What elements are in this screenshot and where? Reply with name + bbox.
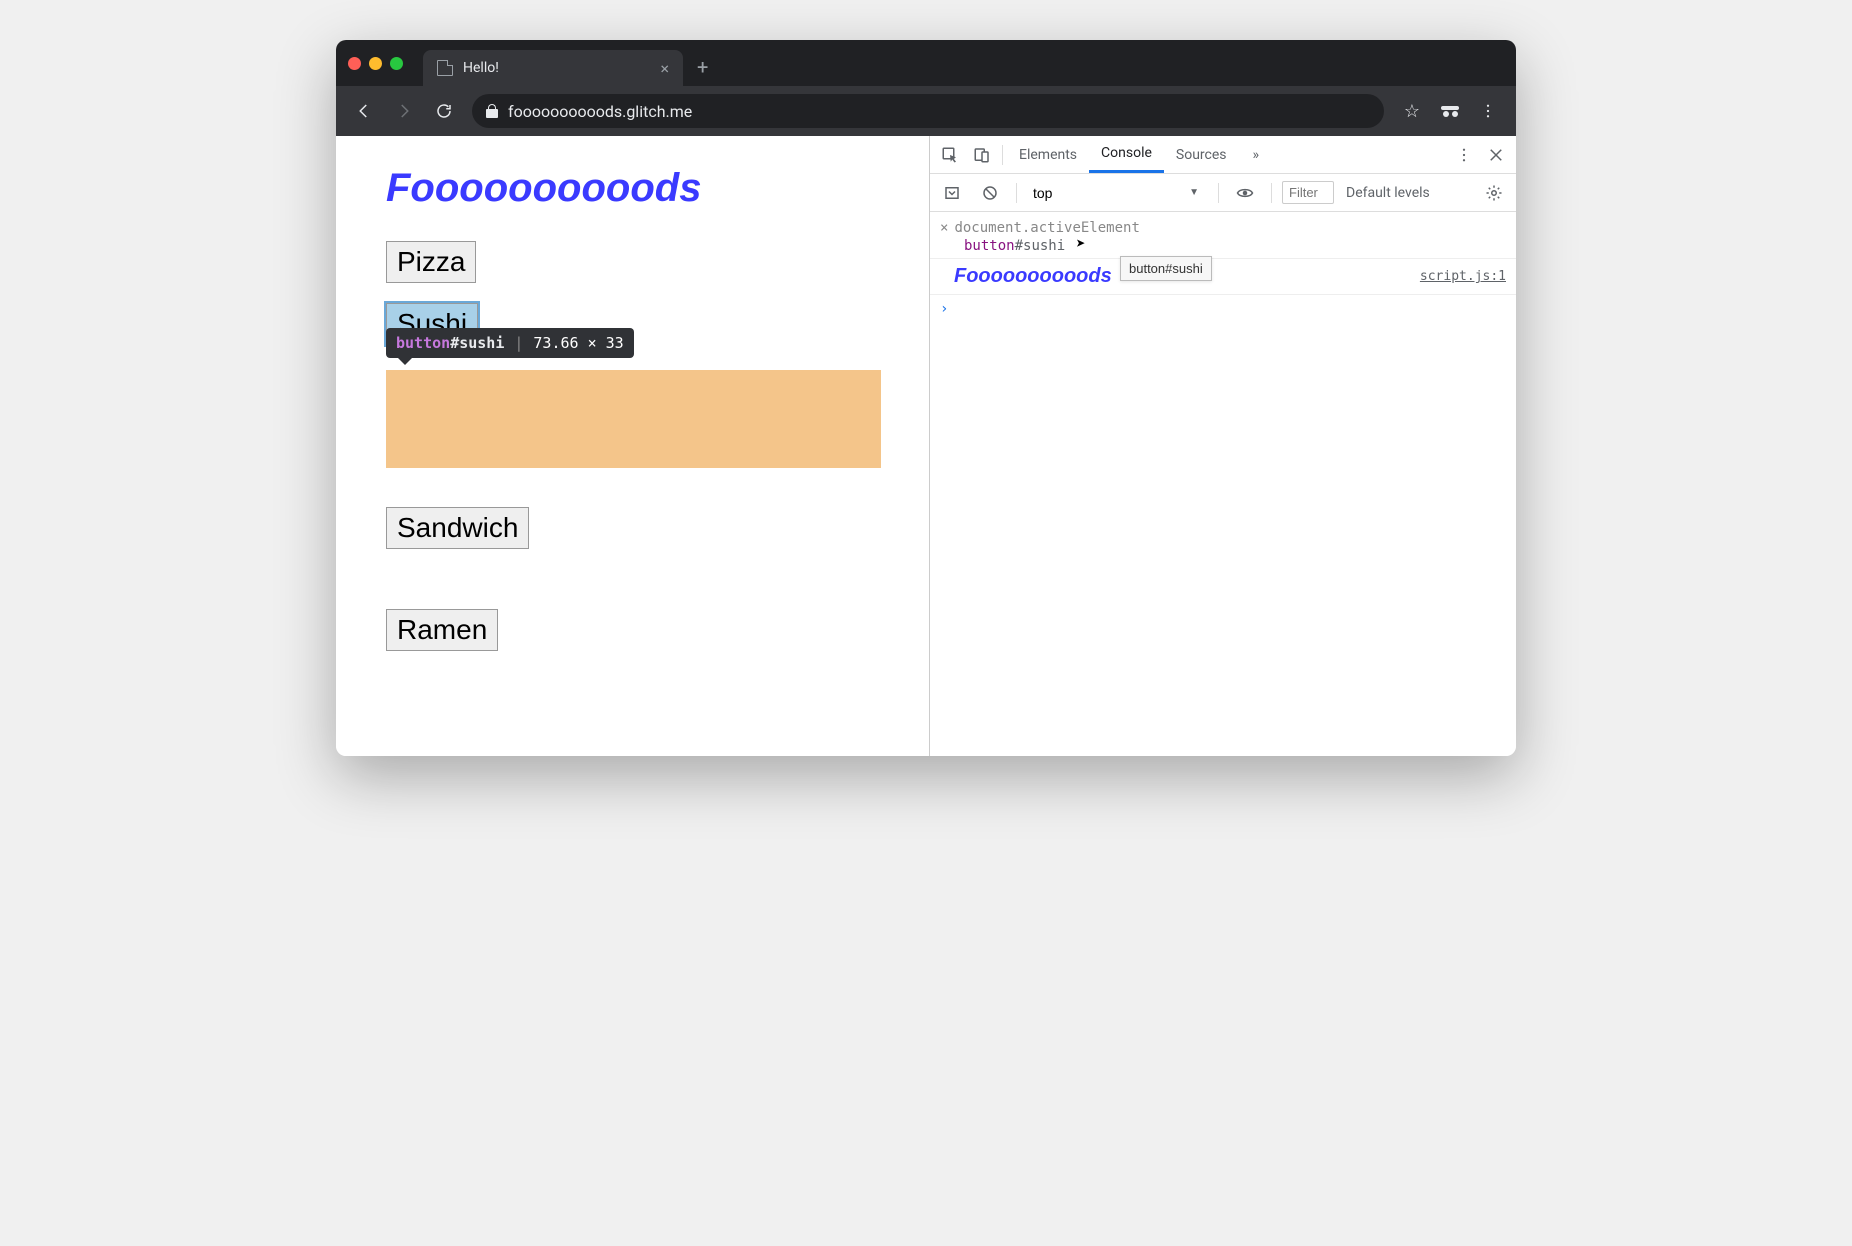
incognito-icon bbox=[1432, 93, 1468, 129]
log-message: Foooooooooods bbox=[954, 265, 1112, 288]
context-selector[interactable]: top bbox=[1027, 181, 1208, 205]
bookmark-button[interactable]: ☆ bbox=[1394, 93, 1430, 129]
titlebar: Hello! × + bbox=[336, 40, 1516, 86]
tab-title: Hello! bbox=[463, 60, 499, 76]
tab-sources[interactable]: Sources bbox=[1164, 136, 1239, 173]
devtools-panel: Elements Console Sources » bbox=[930, 136, 1516, 756]
console-log-row: Foooooooooods script.js:1 bbox=[930, 259, 1516, 295]
console-settings-button[interactable] bbox=[1478, 184, 1510, 202]
address-bar[interactable]: foooooooooods.glitch.me bbox=[472, 94, 1384, 128]
remove-expression-button[interactable]: × bbox=[940, 220, 948, 236]
toolbar: foooooooooods.glitch.me ☆ bbox=[336, 86, 1516, 136]
file-icon bbox=[437, 60, 453, 76]
device-toolbar-button[interactable] bbox=[966, 136, 998, 173]
tooltip-separator: | bbox=[514, 334, 523, 352]
more-tabs-button[interactable]: » bbox=[1241, 136, 1272, 173]
close-window-button[interactable] bbox=[348, 57, 361, 70]
tooltip-id: sushi bbox=[459, 334, 504, 352]
filter-input[interactable] bbox=[1282, 181, 1334, 204]
inspector-tooltip: button#sushi | 73.66 × 33 bbox=[386, 328, 634, 358]
maximize-window-button[interactable] bbox=[390, 57, 403, 70]
url-text: foooooooooods.glitch.me bbox=[508, 102, 692, 121]
log-source-link[interactable]: script.js:1 bbox=[1420, 269, 1506, 284]
expression-result[interactable]: button#sushi ➤ bbox=[940, 236, 1506, 254]
lock-icon bbox=[486, 104, 498, 118]
food-button-sandwich[interactable]: Sandwich bbox=[386, 507, 529, 549]
console-prompt[interactable]: › bbox=[930, 295, 1516, 323]
tooltip-id-sep: # bbox=[450, 334, 459, 352]
food-button-ramen[interactable]: Ramen bbox=[386, 609, 498, 651]
back-button[interactable] bbox=[346, 93, 382, 129]
tooltip-tag: button bbox=[396, 334, 450, 352]
live-expression-button[interactable] bbox=[1229, 174, 1261, 211]
log-levels-selector[interactable]: Default levels bbox=[1346, 185, 1430, 201]
browser-window: Hello! × + foooooooooods.glitch.me ☆ bbox=[336, 40, 1516, 756]
devtools-menu-button[interactable] bbox=[1448, 146, 1480, 164]
devtools-tabs: Elements Console Sources » bbox=[930, 136, 1516, 174]
console-toolbar: top Default levels bbox=[930, 174, 1516, 212]
console-output: × document.activeElement button#sushi ➤ … bbox=[930, 212, 1516, 756]
hover-tooltip: button#sushi bbox=[1120, 256, 1212, 281]
expression-text: document.activeElement bbox=[954, 220, 1139, 236]
window-controls bbox=[348, 57, 403, 70]
inspector-margin-highlight bbox=[386, 370, 881, 468]
tab-elements[interactable]: Elements bbox=[1007, 136, 1089, 173]
console-sidebar-toggle[interactable] bbox=[936, 174, 968, 211]
close-devtools-button[interactable] bbox=[1480, 146, 1512, 164]
menu-button[interactable] bbox=[1470, 93, 1506, 129]
tab-console[interactable]: Console bbox=[1089, 136, 1164, 173]
forward-button[interactable] bbox=[386, 93, 422, 129]
live-expression-row: × document.activeElement button#sushi ➤ bbox=[930, 216, 1516, 259]
minimize-window-button[interactable] bbox=[369, 57, 382, 70]
content-split: Foooooooooods Pizza button#sushi | 73.66… bbox=[336, 136, 1516, 756]
page-heading: Foooooooooods bbox=[386, 166, 879, 211]
page-viewport: Foooooooooods Pizza button#sushi | 73.66… bbox=[336, 136, 930, 756]
food-button-pizza[interactable]: Pizza bbox=[386, 241, 476, 283]
reload-button[interactable] bbox=[426, 93, 462, 129]
browser-tab[interactable]: Hello! × bbox=[423, 50, 683, 86]
new-tab-button[interactable]: + bbox=[697, 55, 708, 79]
clear-console-button[interactable] bbox=[974, 174, 1006, 211]
inspect-element-button[interactable] bbox=[934, 136, 966, 173]
tooltip-dimensions: 73.66 × 33 bbox=[533, 334, 623, 352]
close-tab-icon[interactable]: × bbox=[660, 59, 669, 78]
